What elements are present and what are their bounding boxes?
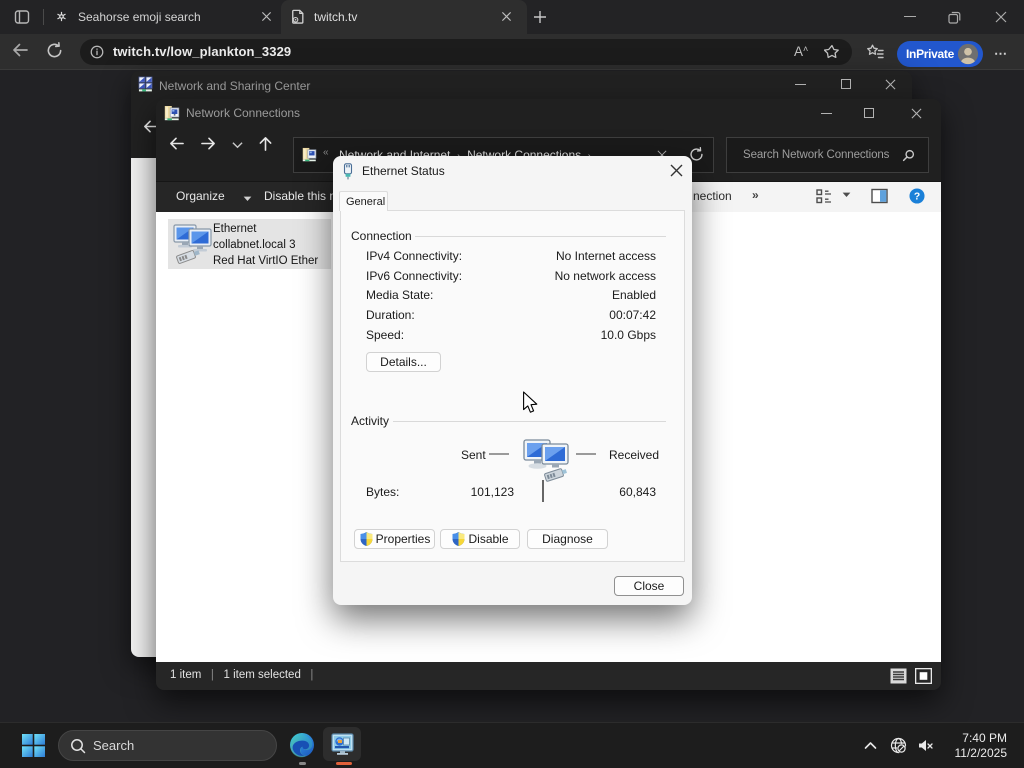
svg-text:?: ? (914, 192, 920, 203)
